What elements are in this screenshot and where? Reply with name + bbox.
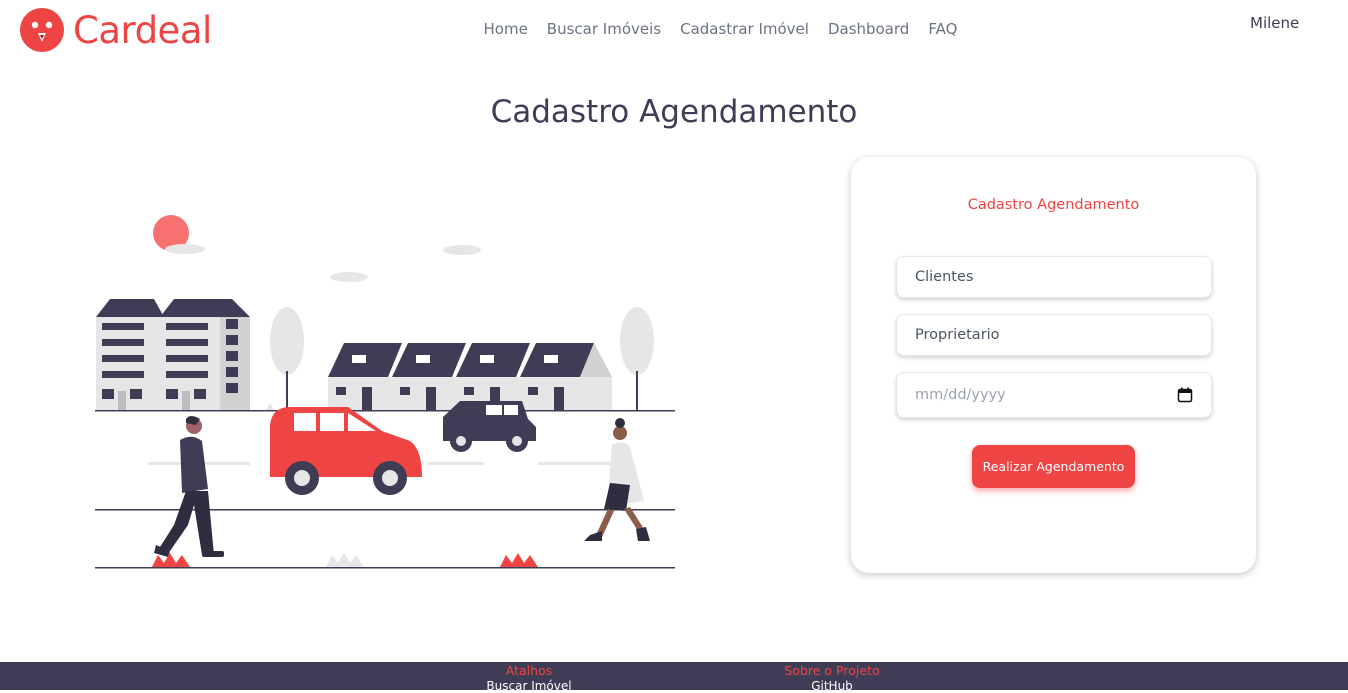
footer-link-github[interactable]: GitHub — [762, 679, 902, 693]
red-car — [270, 407, 422, 495]
walking-woman — [584, 418, 650, 541]
date-input[interactable]: mm/dd/yyyy — [896, 372, 1212, 418]
footer-heading-shortcuts: Atalhos — [505, 663, 553, 678]
nav-link-buscar-imoveis[interactable]: Buscar Imóveis — [547, 20, 661, 38]
form-title: Cadastro Agendamento — [967, 197, 1140, 213]
scheduling-form-card: Cadastro Agendamento mm/dd/yyyy Realizar… — [851, 157, 1256, 573]
nav-link-dashboard[interactable]: Dashboard — [828, 20, 909, 38]
nav-link-home[interactable]: Home — [484, 20, 528, 38]
apartment-buildings — [96, 299, 250, 411]
calendar-icon[interactable] — [1177, 387, 1193, 403]
user-menu[interactable]: Milene — [1250, 14, 1299, 32]
nav-links: Home Buscar Imóveis Cadastrar Imóvel Das… — [474, 20, 967, 38]
bird-icon — [20, 8, 64, 52]
nav-link-faq[interactable]: FAQ — [928, 20, 957, 38]
page-title: Cadastro Agendamento — [490, 94, 858, 130]
submit-button[interactable]: Realizar Agendamento — [972, 445, 1135, 488]
footer-shortcuts: Atalhos Buscar Imóvel — [469, 662, 589, 693]
footer: Atalhos Buscar Imóvel Sobre o Projeto Gi… — [0, 662, 1348, 693]
clientes-input[interactable] — [896, 256, 1212, 298]
walking-man — [154, 416, 224, 557]
brand-link[interactable]: Cardeal — [20, 8, 212, 52]
date-placeholder: mm/dd/yyyy — [915, 387, 1006, 403]
city-street-illustration — [95, 215, 675, 569]
brand-name: Cardeal — [73, 8, 212, 52]
footer-link-buscar-imovel[interactable]: Buscar Imóvel — [469, 679, 589, 693]
navbar: Cardeal Home Buscar Imóveis Cadastrar Im… — [0, 0, 1348, 60]
footer-heading-about: Sobre o Projeto — [784, 663, 880, 678]
proprietario-input[interactable] — [896, 314, 1212, 356]
row-houses — [328, 343, 612, 411]
footer-about: Sobre o Projeto GitHub — [762, 662, 902, 693]
nav-link-cadastrar-imovel[interactable]: Cadastrar Imóvel — [680, 20, 809, 38]
dark-car — [443, 401, 536, 452]
